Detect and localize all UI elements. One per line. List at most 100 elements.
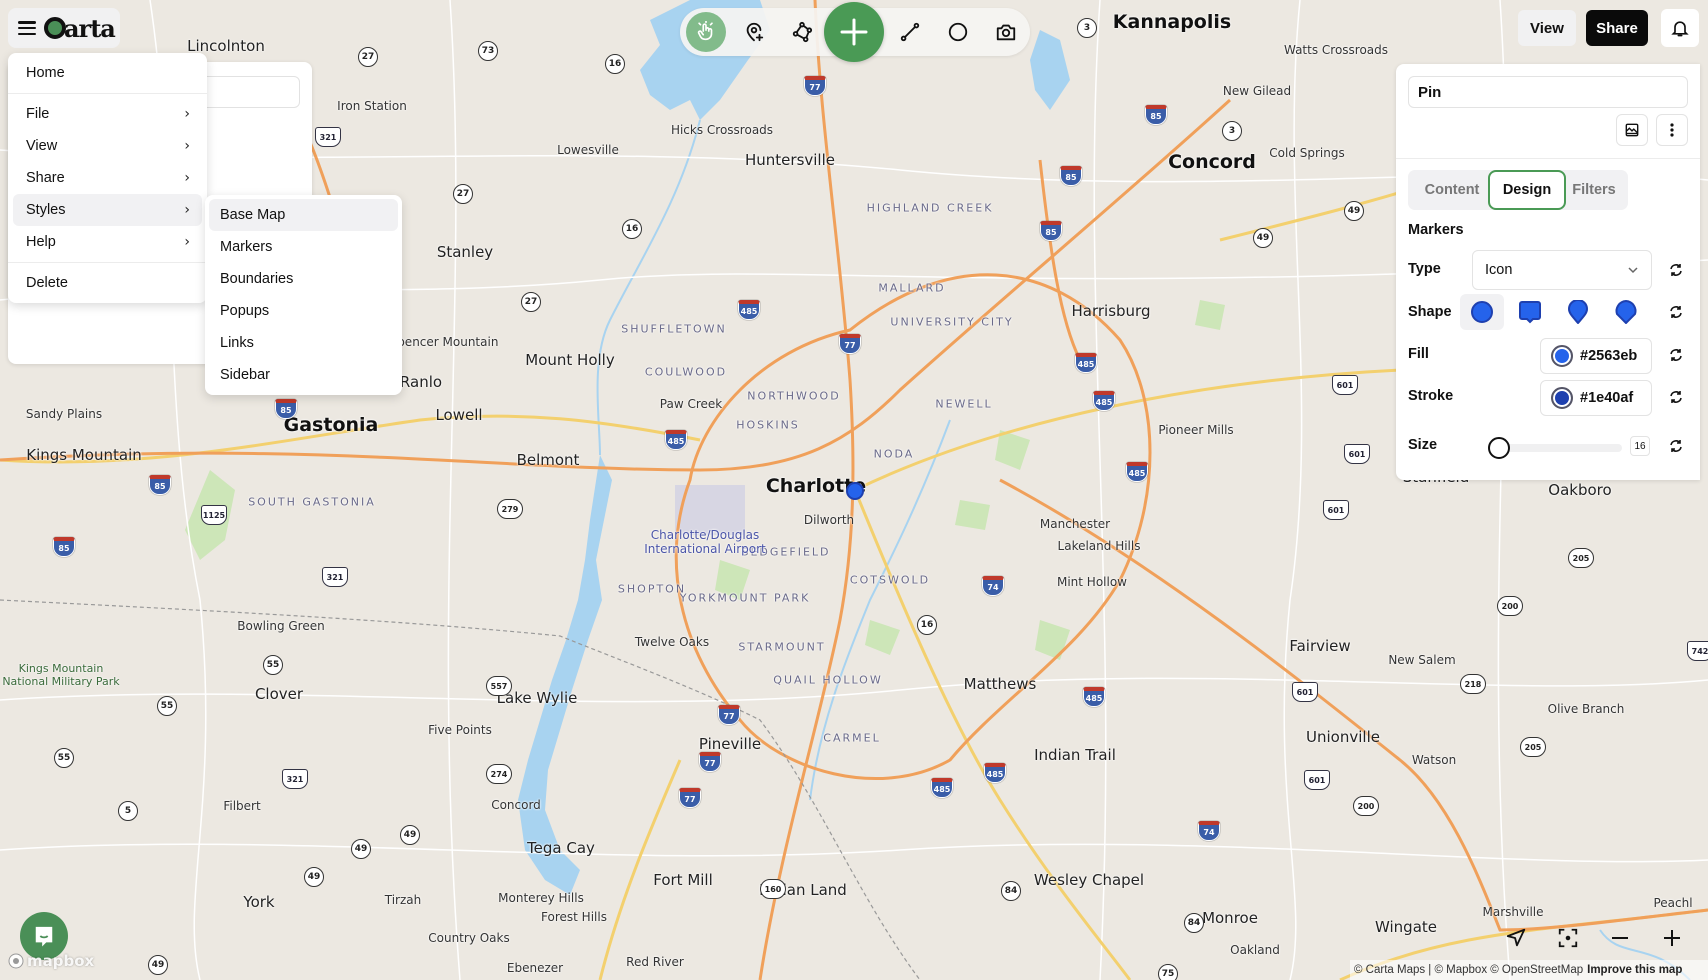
shape-option-circle[interactable] [1460, 294, 1504, 330]
polygon-tool-button[interactable] [782, 12, 822, 52]
menu-item-home[interactable]: Home [13, 57, 202, 89]
menu-divider [8, 93, 207, 94]
stroke-hex-value: #1e40af [1580, 390, 1634, 406]
shape-option-pin[interactable] [1556, 294, 1600, 330]
size-slider[interactable] [1487, 437, 1622, 459]
menu-item-share[interactable]: Share › [13, 162, 202, 194]
city-label: Oakboro [1548, 481, 1612, 499]
menu-item-label: View [26, 138, 58, 154]
interstate-shield: 485 [1075, 353, 1097, 373]
tab-filters[interactable]: Filters [1566, 170, 1622, 210]
town-label: Lakeland Hills [1057, 539, 1141, 553]
reset-icon[interactable] [1668, 262, 1684, 278]
shape-option-pin-alt[interactable] [1604, 294, 1648, 330]
neighborhood-label: UNIVERSITY CITY [890, 315, 1014, 329]
chevron-down-icon [1628, 267, 1638, 274]
state-route-shield: 27 [358, 47, 378, 67]
shape-option-square-pin[interactable] [1508, 294, 1552, 330]
view-button[interactable]: View [1518, 10, 1576, 46]
state-route-shield: 55 [263, 655, 283, 675]
menu-item-delete[interactable]: Delete [13, 267, 202, 299]
locate-button[interactable] [1502, 924, 1530, 952]
line-tool-button[interactable] [890, 12, 930, 52]
more-options-button[interactable] [1656, 114, 1688, 146]
zoom-in-button[interactable] [1658, 924, 1686, 952]
interstate-shield: 85 [1060, 166, 1082, 186]
tab-design[interactable]: Design [1488, 170, 1566, 210]
submenu-item-markers[interactable]: Markers [209, 231, 398, 263]
image-button[interactable] [1616, 114, 1648, 146]
tab-content[interactable]: Content [1414, 170, 1490, 210]
select-value: Icon [1485, 262, 1513, 278]
menu-item-view[interactable]: View › [13, 130, 202, 162]
menu-item-help[interactable]: Help › [13, 226, 202, 258]
city-label: Fort Mill [653, 871, 713, 889]
submenu-item-popups[interactable]: Popups [209, 295, 398, 327]
menu-divider [8, 262, 207, 263]
city-label: Huntersville [745, 151, 835, 169]
town-label: Olive Branch [1547, 702, 1625, 716]
chat-icon [35, 926, 53, 947]
fill-color-picker[interactable]: #2563eb [1540, 338, 1652, 374]
size-value[interactable]: 16 [1630, 436, 1650, 456]
submenu-item-sidebar[interactable]: Sidebar [209, 359, 398, 391]
stroke-label: Stroke [1408, 388, 1454, 404]
chevron-right-icon: › [184, 234, 190, 250]
stroke-color-picker[interactable]: #1e40af [1540, 380, 1652, 416]
type-label: Type [1408, 261, 1441, 277]
submenu-item-boundaries[interactable]: Boundaries [209, 263, 398, 295]
improve-map-link[interactable]: Improve this map [1587, 964, 1682, 976]
hamburger-menu-icon[interactable] [18, 21, 36, 35]
town-label: Five Points [428, 723, 492, 737]
submenu-item-links[interactable]: Links [209, 327, 398, 359]
submenu-item-base-map[interactable]: Base Map [209, 199, 398, 231]
state-route-shield: 5 [118, 801, 138, 821]
interstate-shield: 485 [665, 430, 687, 450]
fill-swatch [1551, 345, 1573, 367]
city-label: Harrisburg [1071, 302, 1151, 320]
zoom-out-button[interactable] [1606, 924, 1634, 952]
interstate-shield: 485 [931, 778, 953, 798]
bell-icon [1671, 21, 1689, 37]
state-route-shield: 279 [497, 499, 523, 519]
marker-type-select[interactable]: Icon [1472, 250, 1652, 290]
fit-bounds-button[interactable] [1554, 924, 1582, 952]
state-route-shield: 55 [157, 696, 177, 716]
us-route-shield: 601 [1332, 375, 1358, 395]
neighborhood-label: NORTHWOOD [747, 389, 841, 403]
add-pin-tool-button[interactable] [734, 12, 774, 52]
reset-icon[interactable] [1668, 304, 1684, 320]
town-label: Filbert [223, 799, 261, 813]
share-button[interactable]: Share [1586, 10, 1648, 46]
screenshot-tool-button[interactable] [986, 12, 1026, 52]
logo-mark-icon [44, 17, 66, 39]
state-route-shield: 16 [622, 219, 642, 239]
town-label: Mint Hollow [1056, 575, 1128, 589]
reset-icon[interactable] [1668, 389, 1684, 405]
stroke-swatch [1551, 387, 1573, 409]
notifications-button[interactable] [1661, 9, 1699, 47]
neighborhood-label: HIGHLAND CREEK [866, 201, 994, 215]
map-pin-marker[interactable] [846, 482, 864, 500]
mapbox-logo[interactable]: mapbox [8, 952, 94, 970]
menu-item-label: Share [26, 170, 65, 186]
reset-icon[interactable] [1668, 347, 1684, 363]
circle-tool-button[interactable] [938, 12, 978, 52]
fill-hex-value: #2563eb [1580, 348, 1638, 364]
square-pin-shape-icon [1519, 301, 1541, 324]
slider-thumb[interactable] [1487, 437, 1510, 459]
state-route-shield: 205 [1520, 737, 1546, 757]
neighborhood-label: SHUFFLETOWN [621, 322, 727, 336]
add-button[interactable] [824, 2, 884, 62]
layer-name-input[interactable]: Pin [1408, 76, 1688, 108]
pan-tool-button[interactable] [686, 12, 726, 52]
interstate-shield: 85 [1145, 105, 1167, 125]
city-label: Belmont [516, 451, 580, 469]
town-label: Forest Hills [541, 910, 607, 924]
reset-icon[interactable] [1668, 438, 1684, 454]
interstate-shield: 85 [53, 537, 75, 557]
menu-item-file[interactable]: File › [13, 98, 202, 130]
chevron-right-icon: › [184, 202, 190, 218]
carta-logo[interactable]: Cartaarta [44, 14, 116, 43]
menu-item-styles[interactable]: Styles › [13, 194, 202, 226]
